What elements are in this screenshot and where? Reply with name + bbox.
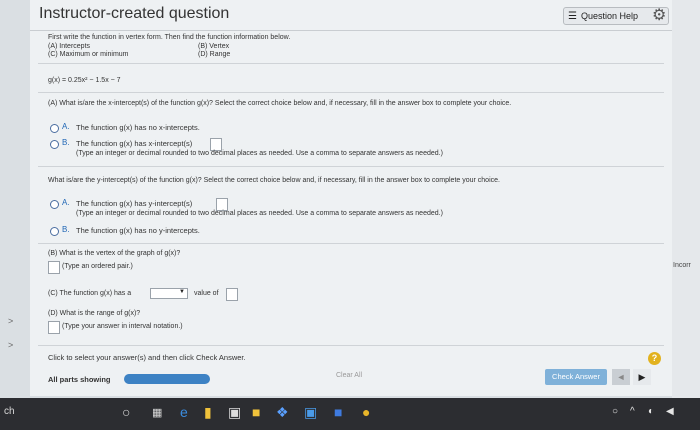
divider — [38, 92, 664, 93]
left-side-strip: > > — [0, 0, 30, 398]
previous-button[interactable]: ◄ — [612, 369, 630, 385]
range-answer-box[interactable] — [48, 321, 60, 334]
option-b-letter: B. — [62, 138, 70, 147]
next-button[interactable]: ▶ — [633, 369, 651, 385]
right-side-strip — [672, 0, 700, 398]
radio-option-a[interactable] — [50, 124, 59, 133]
taskbar-left-text: ch — [4, 406, 15, 417]
outlook-icon[interactable]: ■ — [334, 404, 342, 420]
search-icon[interactable]: ○ — [122, 404, 130, 420]
divider — [38, 166, 664, 167]
option-b-letter: B. — [62, 225, 70, 234]
question-header: Instructor-created question ☰ Question H… — [30, 0, 672, 31]
check-answer-button[interactable]: Check Answer — [545, 369, 607, 385]
part-c-prefix: (C) The function g(x) has a — [48, 290, 132, 297]
vertex-hint: (Type an ordered pair.) — [62, 263, 133, 270]
clear-all-button[interactable]: Clear All — [336, 372, 362, 379]
app-icon[interactable]: ■ — [252, 404, 260, 420]
question-help-label: Question Help — [580, 11, 639, 21]
part-c-suffix: value of — [194, 290, 219, 297]
chevron-up-icon[interactable]: ^ — [630, 406, 635, 417]
gear-icon[interactable]: ⚙ — [652, 5, 666, 25]
footer-instruction: Click to select your answer(s) and then … — [48, 353, 246, 362]
y-intercept-question: What is/are the y-intercept(s) of the fu… — [48, 177, 500, 184]
chrome-icon[interactable]: ● — [362, 404, 370, 420]
part-label-b: (B) Vertex — [198, 43, 230, 50]
folder-icon[interactable]: ▮ — [204, 404, 212, 421]
taskbar: ch ○ ▦ e ▮ ▣ ■ ❖ ▣ ■ ● ○ ^ ◐ ◀ — [0, 398, 700, 430]
parts-label: All parts showing — [48, 375, 111, 384]
radio-option-a[interactable] — [50, 200, 59, 209]
divider — [38, 345, 664, 346]
page-title: Instructor-created question — [39, 5, 230, 22]
network-icon[interactable]: ○ — [612, 406, 618, 417]
radio-option-b[interactable] — [50, 140, 59, 149]
help-icon[interactable]: ? — [648, 352, 661, 365]
volume-icon[interactable]: ◀ — [666, 406, 674, 417]
list-icon: ☰ — [568, 10, 577, 22]
question-panel: Instructor-created question ☰ Question H… — [30, 0, 673, 396]
edge-icon[interactable]: e — [180, 404, 188, 420]
range-question: (D) What is the range of g(x)? — [48, 310, 141, 317]
part-label-d: (D) Range — [198, 51, 231, 58]
option-a-hint: (Type an integer or decimal rounded to t… — [76, 210, 443, 217]
app-icon[interactable]: ▣ — [304, 404, 317, 421]
chevron-right-icon[interactable]: > — [8, 340, 13, 350]
function-definition: g(x) = 0.25x² − 1.5x − 7 — [48, 77, 121, 84]
store-icon[interactable]: ▣ — [228, 404, 241, 421]
option-a-letter: A. — [62, 122, 70, 131]
vertex-question: (B) What is the vertex of the graph of g… — [48, 250, 181, 257]
option-a-letter: A. — [62, 198, 70, 207]
x-intercept-question: (A) What is/are the x-intercept(s) of th… — [48, 100, 512, 107]
range-hint: (Type your answer in interval notation.) — [62, 323, 183, 330]
divider — [38, 243, 664, 244]
part-label-a: (A) Intercepts — [48, 43, 91, 50]
intro-instructions: First write the function in vertex form.… — [48, 34, 291, 41]
wifi-icon[interactable]: ◐ — [648, 406, 654, 417]
vertex-answer-box[interactable] — [48, 261, 60, 274]
chevron-right-icon[interactable]: > — [8, 316, 13, 326]
task-view-icon[interactable]: ▦ — [152, 406, 162, 419]
incorrect-label: Incorr — [673, 262, 691, 269]
option-b-text: The function g(x) has x-intercept(s) — [76, 139, 193, 148]
chevron-down-icon: ▼ — [179, 289, 185, 295]
option-b-hint: (Type an integer or decimal rounded to t… — [76, 150, 443, 157]
radio-option-b[interactable] — [50, 227, 59, 236]
option-a-text: The function g(x) has y-intercept(s) — [76, 199, 193, 208]
option-b-text: The function g(x) has no y-intercepts. — [76, 226, 200, 235]
dropbox-icon[interactable]: ❖ — [276, 404, 289, 421]
option-a-text: The function g(x) has no x-intercepts. — [76, 123, 200, 132]
part-label-c: (C) Maximum or minimum — [48, 51, 129, 58]
divider — [38, 63, 664, 64]
browser-screen: > > Instructor-created question ☰ Questi… — [0, 0, 700, 398]
extremum-answer-box[interactable] — [226, 288, 238, 301]
progress-bar — [124, 374, 210, 384]
max-min-select[interactable]: ▼ — [150, 288, 188, 299]
